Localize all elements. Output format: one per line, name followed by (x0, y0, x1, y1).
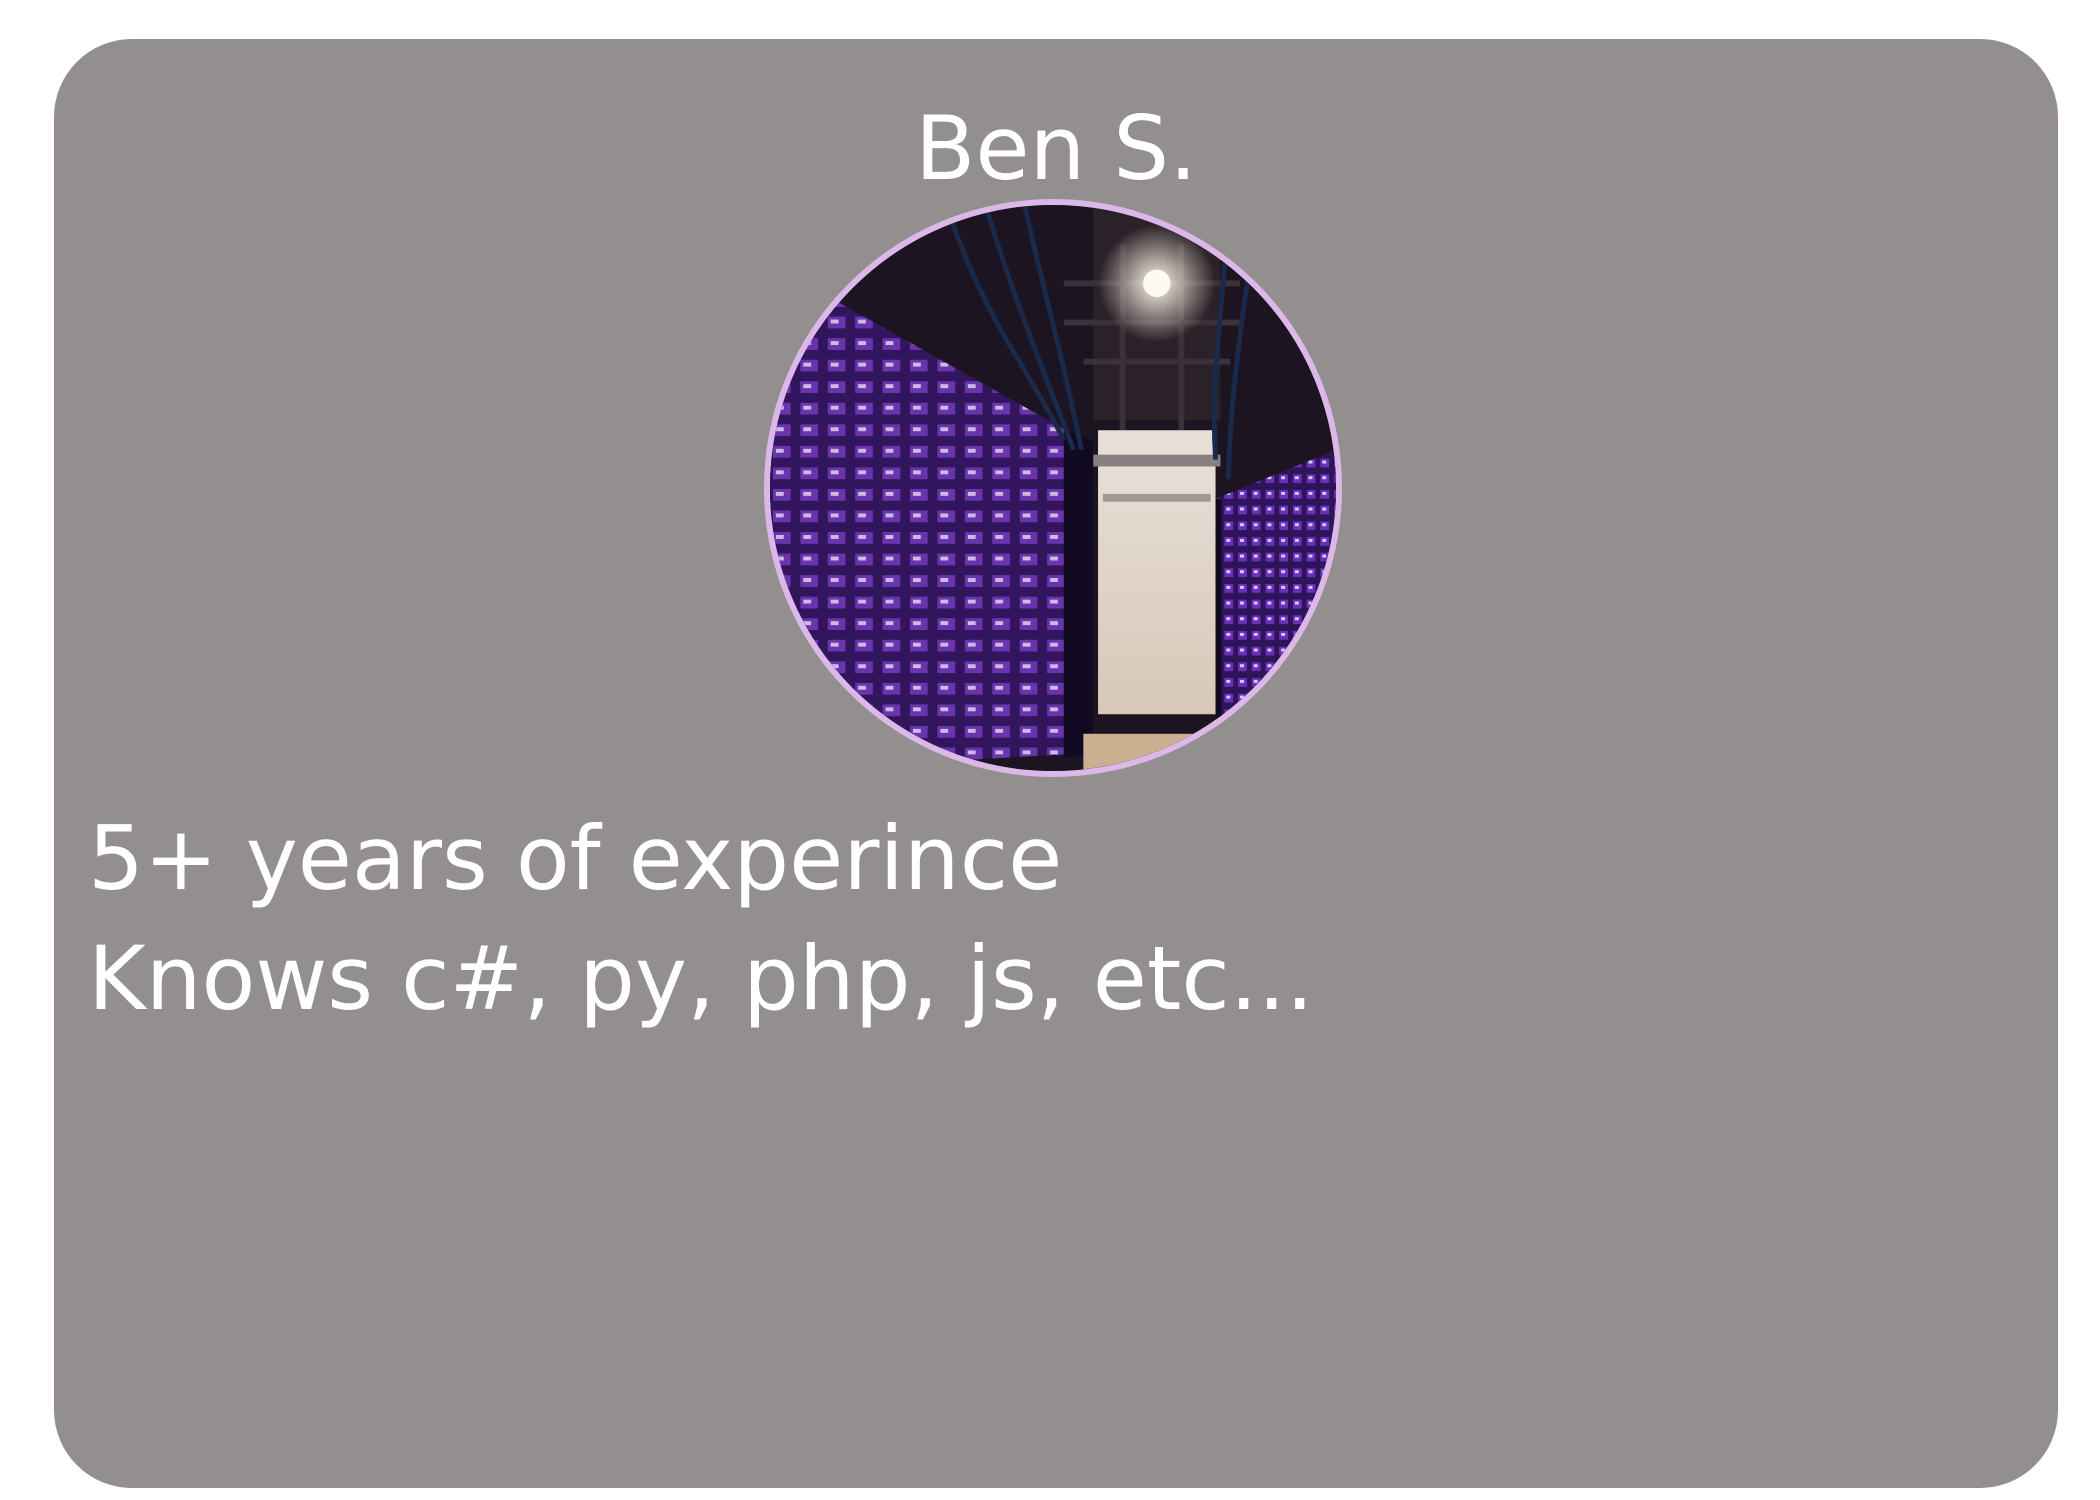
profile-card: Ben S. 5+ years of experince Knows c#, p… (54, 39, 2058, 1488)
experience-text: 5+ years of experince (88, 807, 1063, 910)
profile-avatar (764, 199, 1342, 777)
server-room-photo-icon (770, 205, 1336, 771)
skills-text: Knows c#, py, php, js, etc... (88, 927, 1314, 1030)
profile-name: Ben S. (914, 97, 1198, 200)
profile-details: 5+ years of experince Knows c#, py, php,… (88, 799, 1314, 1039)
